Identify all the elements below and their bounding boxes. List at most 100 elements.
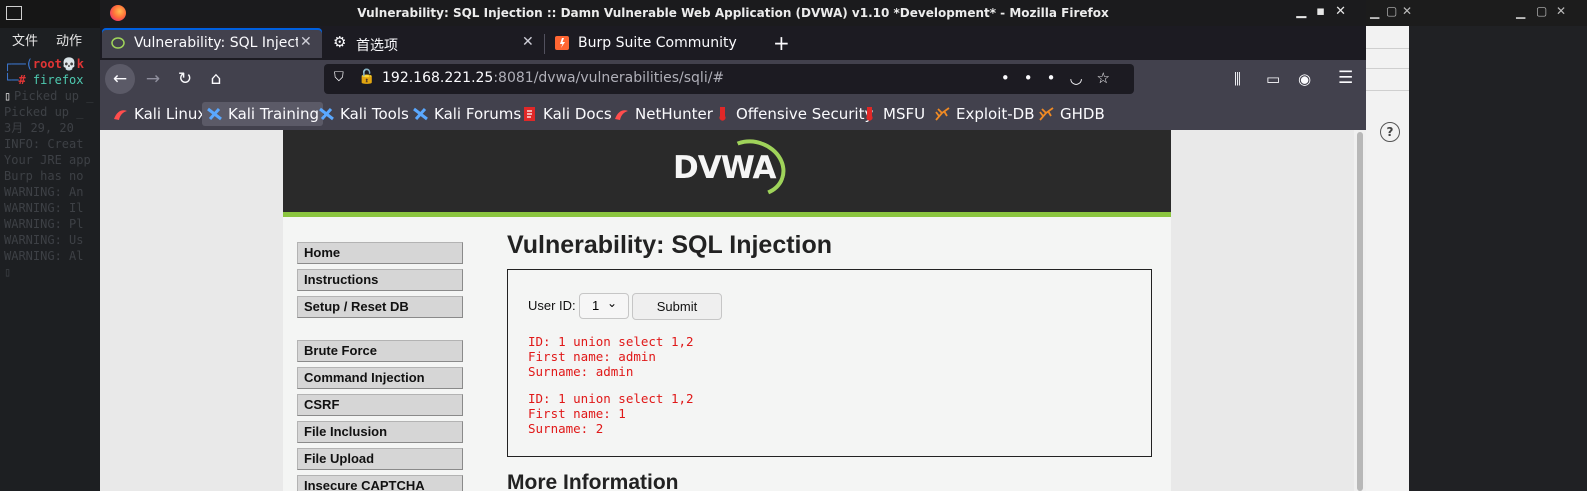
menu-item-csrf[interactable]: CSRF [297, 394, 463, 416]
offsec-icon [719, 107, 726, 121]
back-arrow-icon[interactable]: ← [105, 64, 135, 94]
result-block: ID: 1 union select 1,2 First name: admin… [528, 334, 694, 379]
terminal-output: 3月 29, 20 [4, 121, 74, 135]
result-surname: Surname: admin [528, 364, 634, 379]
minimize-icon[interactable]: ▁ [1370, 5, 1379, 19]
account-icon[interactable]: ◉ [1298, 70, 1311, 88]
help-icon[interactable]: ? [1380, 122, 1400, 142]
tab-sqli[interactable]: Vulnerability: SQL Injecti ✕ [102, 28, 322, 58]
page-scrollbar[interactable] [1354, 130, 1366, 491]
menu-item-file-upload[interactable]: File Upload [297, 448, 463, 470]
maximize-icon[interactable]: ▪ [1316, 4, 1335, 19]
bookmark-label: Kali Docs [543, 105, 612, 123]
pocket-icon[interactable]: ◡ [1069, 69, 1096, 87]
forward-arrow-icon[interactable]: → [138, 64, 168, 94]
result-id: ID: 1 union select 1,2 [528, 334, 694, 349]
sidebar-icon[interactable]: ▭ [1266, 70, 1280, 88]
terminal-menu-action[interactable]: 动作 [56, 30, 82, 49]
terminal-prompt-user: root [32, 57, 62, 71]
submit-button[interactable]: Submit [632, 293, 722, 320]
menu-item-command-injection[interactable]: Command Injection [297, 367, 463, 389]
tab-burp[interactable]: Burp Suite Community Ed [546, 28, 766, 58]
url-actions: •••◡☆ [1001, 69, 1124, 87]
terminal-titlebar [0, 0, 100, 28]
new-tab-icon[interactable]: + [773, 31, 790, 55]
menu-item-home[interactable]: Home [297, 242, 463, 264]
terminal-output: WARNING: Pl [4, 217, 84, 231]
terminal-menu-file[interactable]: 文件 [12, 30, 38, 49]
menu-item-file-inclusion[interactable]: File Inclusion [297, 421, 463, 443]
minimize-icon[interactable]: ▁ [1516, 5, 1525, 19]
dvwa-menu: Home Instructions Setup / Reset DB Brute… [297, 242, 465, 491]
menu-icon[interactable]: ☰ [1338, 68, 1353, 88]
more-actions-icon[interactable]: ••• [1001, 69, 1070, 87]
bookmark-ghdb[interactable]: GHDB [1034, 102, 1109, 126]
close-tab-icon[interactable]: ✕ [300, 34, 312, 50]
tab-label: 首选项 [356, 38, 398, 54]
dvwa-header: DVWA [283, 130, 1171, 217]
tab-separator [544, 34, 545, 54]
bookmark-nethunter[interactable]: NetHunter [609, 102, 717, 126]
kali-training-icon [207, 107, 222, 121]
window-titlebar: Vulnerability: SQL Injection :: Damn Vul… [100, 0, 1366, 26]
scrollbar-thumb[interactable] [1357, 132, 1363, 491]
reload-icon[interactable]: ↻ [170, 64, 200, 94]
bookmark-kali-linux[interactable]: Kali Linux [108, 102, 210, 126]
tab-preferences[interactable]: ⚙ 首选项 ✕ [324, 28, 544, 58]
bookmark-kali-tools[interactable]: Kali Tools [314, 102, 413, 126]
menu-item-setup-reset-db[interactable]: Setup / Reset DB [297, 296, 463, 318]
bookmark-exploit-db[interactable]: Exploit-DB [930, 102, 1039, 126]
bookmark-msfu[interactable]: MSFU [857, 102, 929, 126]
close-icon[interactable]: ✕ [1556, 4, 1566, 18]
user-id-select[interactable]: 1 ⌄ [579, 293, 629, 319]
url-bar[interactable]: ⛉ 🔓 192.168.221.25:8081/dvwa/vulnerabili… [324, 64, 1134, 94]
result-first-name: First name: 1 [528, 406, 626, 421]
terminal-output: Burp has no [4, 169, 84, 183]
insecure-lock-icon[interactable]: 🔓 [358, 69, 375, 85]
navigation-toolbar: ← → ↻ ⌂ ⛉ 🔓 192.168.221.25:8081/dvwa/vul… [100, 60, 1366, 98]
dvwa-body: Home Instructions Setup / Reset DB Brute… [283, 217, 1171, 491]
menu-gap [297, 323, 465, 340]
home-icon[interactable]: ⌂ [201, 64, 231, 94]
burp-window-edge: ? [1366, 26, 1409, 491]
close-icon[interactable]: ✕ [1402, 4, 1412, 18]
bookmark-label: Exploit-DB [956, 105, 1035, 123]
terminal-output: WARNING: Il [4, 201, 84, 215]
result-id: ID: 1 union select 1,2 [528, 391, 694, 406]
skull-icon: 💀 [61, 57, 77, 71]
menu-item-insecure-captcha[interactable]: Insecure CAPTCHA [297, 475, 463, 491]
close-tab-icon[interactable]: ✕ [522, 34, 534, 50]
page-viewport: DVWA Home Instructions Setup / Reset DB … [100, 130, 1366, 491]
terminal-window-icon [6, 6, 22, 20]
star-icon[interactable]: ☆ [1097, 69, 1124, 87]
result-surname: Surname: 2 [528, 421, 604, 436]
minimize-icon[interactable]: ▁ [1296, 4, 1316, 19]
terminal-cursor: ▯ [4, 89, 12, 103]
menu-item-brute-force[interactable]: Brute Force [297, 340, 463, 362]
background-terminal: 文件 动作 ┌──(root💀k └─# firefox ▯ Picked up… [0, 0, 100, 491]
window-controls: ▁▪✕ [1296, 4, 1356, 19]
bookmark-label: NetHunter [635, 105, 713, 123]
bookmarks-toolbar: Kali Linux Kali Training Kali Tools Kali… [100, 98, 1366, 131]
tab-label: Vulnerability: SQL Injecti [134, 35, 298, 51]
bookmark-offensive-security[interactable]: Offensive Security [710, 102, 877, 126]
shield-icon[interactable]: ⛉ [334, 70, 344, 85]
burp-favicon-icon [555, 36, 569, 50]
bookmark-kali-docs[interactable]: Kali Docs [517, 102, 616, 126]
menu-item-instructions[interactable]: Instructions [297, 269, 463, 291]
bookmark-kali-training[interactable]: Kali Training [202, 102, 324, 126]
bookmark-kali-forums[interactable]: Kali Forums [408, 102, 525, 126]
bookmark-label: Kali Linux [134, 105, 207, 123]
bookmark-label: Kali Training [228, 105, 320, 123]
library-icon[interactable]: ⫼ [1234, 70, 1241, 88]
divider [1366, 68, 1409, 69]
result-block: ID: 1 union select 1,2 First name: 1 Sur… [528, 391, 694, 436]
maximize-icon[interactable]: ▢ [1386, 4, 1397, 18]
maximize-icon[interactable]: ▢ [1536, 4, 1547, 18]
close-icon[interactable]: ✕ [1335, 4, 1356, 19]
bookmark-label: Offensive Security [736, 105, 874, 123]
dvwa-logo: DVWA [673, 150, 777, 186]
terminal-prompt-host: k [76, 57, 84, 71]
url-text[interactable]: 192.168.221.25:8081/dvwa/vulnerabilities… [382, 70, 724, 86]
bookmark-label: MSFU [883, 105, 926, 123]
